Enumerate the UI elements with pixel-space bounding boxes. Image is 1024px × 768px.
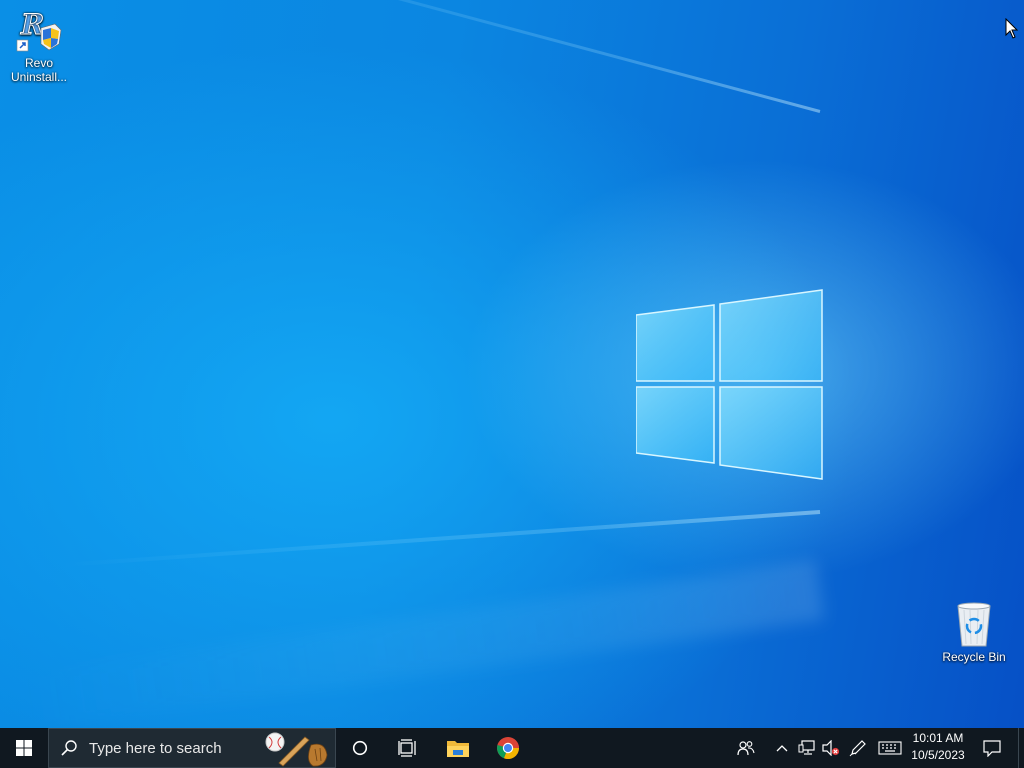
windows-ink-button[interactable]: [846, 728, 870, 768]
volume-button[interactable]: [820, 728, 842, 768]
cortana-button[interactable]: [340, 728, 380, 768]
desktop-icon-revo-uninstaller[interactable]: R Revo Uninstall...: [3, 6, 75, 85]
people-button[interactable]: [732, 728, 760, 768]
file-explorer-icon: [447, 741, 469, 757]
mouse-pointer-icon: [1005, 18, 1019, 39]
pen-icon: [849, 740, 866, 757]
windows-wallpaper-logo: [636, 289, 823, 480]
light-beam: [3, 560, 825, 728]
clock-date: 10/5/2023: [911, 748, 965, 762]
touch-keyboard-button[interactable]: [876, 728, 904, 768]
network-button[interactable]: [796, 728, 818, 768]
desktop[interactable]: R Revo Uninstall... Recycle Bin: [0, 0, 1024, 728]
desktop-icon-label: Recycle Bin: [942, 650, 1006, 664]
people-icon: [737, 741, 755, 756]
chrome-icon: [497, 737, 520, 760]
windows-start-icon: [16, 740, 32, 756]
task-view-button[interactable]: [388, 728, 428, 768]
desktop-icon-recycle-bin[interactable]: Recycle Bin: [938, 600, 1010, 664]
recycle-bin-icon: [950, 600, 998, 648]
start-button[interactable]: [0, 728, 48, 768]
taskbar: Type here to search 10:01 AM 10/5/2023: [0, 728, 1024, 768]
search-placeholder: Type here to search: [89, 739, 222, 757]
action-center-button[interactable]: [976, 728, 1008, 768]
light-beam: [61, 510, 821, 568]
clock-time: 10:01 AM: [912, 731, 964, 745]
notification-icon: [983, 740, 1001, 757]
desktop-icon-label: Revo Uninstall...: [10, 56, 68, 84]
baseball-search-highlight-icon: [265, 732, 328, 767]
svg-text:R: R: [20, 8, 44, 41]
chrome-button[interactable]: [488, 728, 528, 768]
chevron-up-icon: [776, 745, 788, 752]
volume-muted-icon: [822, 740, 840, 756]
show-hidden-icons-button[interactable]: [772, 728, 792, 768]
cortana-icon: [352, 740, 368, 756]
keyboard-icon: [878, 741, 902, 755]
light-beam: [143, 0, 821, 113]
search-icon: [49, 739, 89, 757]
file-explorer-button[interactable]: [438, 728, 478, 768]
task-view-icon: [398, 739, 416, 757]
revo-uninstaller-icon: R: [15, 6, 63, 54]
search-input[interactable]: Type here to search: [48, 728, 336, 768]
show-desktop-button[interactable]: [1018, 728, 1024, 768]
taskbar-clock[interactable]: 10:01 AM 10/5/2023: [906, 730, 970, 766]
network-icon: [798, 740, 815, 755]
